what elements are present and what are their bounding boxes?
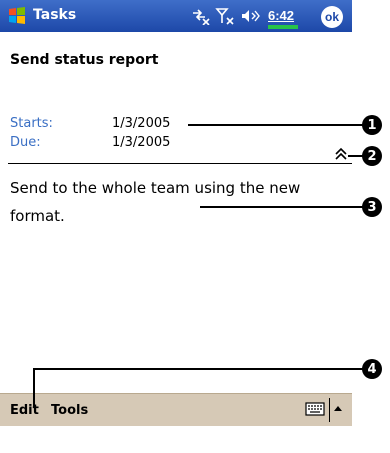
screen: Tasks 6:42 ok Send status report Starts:… xyxy=(0,0,352,453)
collapse-icon[interactable] xyxy=(333,147,349,161)
starts-label: Starts: xyxy=(10,116,53,131)
starts-value[interactable]: 1/3/2005 xyxy=(112,116,170,131)
callout-line-4-vertical xyxy=(33,368,35,408)
app-title[interactable]: Tasks xyxy=(33,7,76,23)
callout-marker-2: 2 xyxy=(362,146,382,166)
battery-indicator xyxy=(268,25,298,29)
due-value[interactable]: 1/3/2005 xyxy=(112,135,170,150)
callout-marker-4: 4 xyxy=(362,359,382,379)
keyboard-icon[interactable] xyxy=(305,401,325,417)
task-subject[interactable]: Send status report xyxy=(10,52,158,68)
callout-line-3 xyxy=(200,206,363,208)
ok-button[interactable]: ok xyxy=(321,6,343,28)
menu-bar: Edit Tools xyxy=(0,393,352,426)
up-arrow-icon[interactable] xyxy=(334,406,342,411)
callout-line-2 xyxy=(348,155,363,157)
notes-area[interactable]: Send to the whole team using the new for… xyxy=(10,174,340,230)
tools-menu[interactable]: Tools xyxy=(51,403,88,418)
due-label: Due: xyxy=(10,135,41,150)
callout-line-4 xyxy=(33,368,363,370)
signal-off-icon[interactable] xyxy=(215,7,235,25)
connectivity-icon[interactable] xyxy=(190,7,210,25)
speaker-icon[interactable] xyxy=(240,7,262,25)
sip-divider xyxy=(329,398,330,422)
windows-start-icon[interactable] xyxy=(6,5,28,27)
callout-marker-1: 1 xyxy=(362,115,382,135)
clock[interactable]: 6:42 xyxy=(268,8,294,23)
title-bar: Tasks 6:42 ok xyxy=(0,0,352,32)
callout-line-1 xyxy=(188,124,363,126)
callout-marker-3: 3 xyxy=(362,197,382,217)
separator xyxy=(8,163,352,164)
